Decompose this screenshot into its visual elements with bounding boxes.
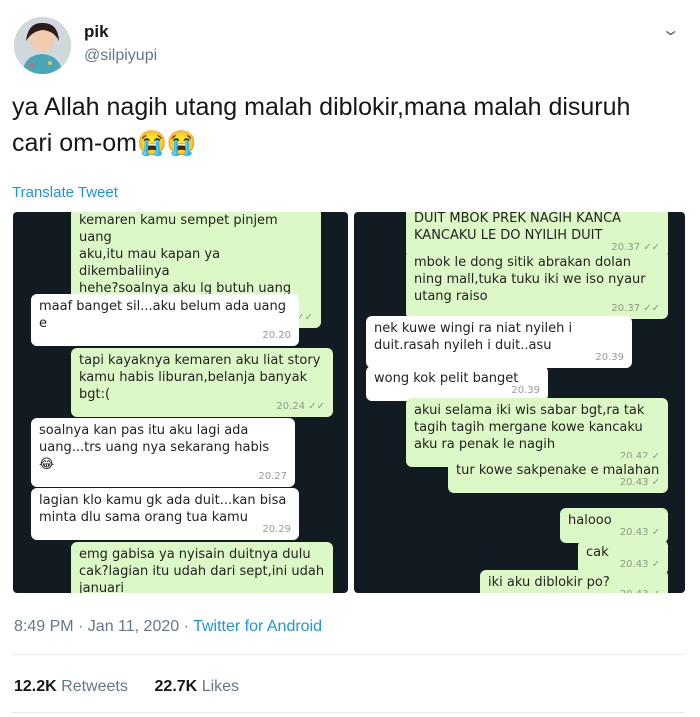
retweets-stat[interactable]: 12.2K Retweets (14, 678, 128, 695)
message-time: 20.27 (258, 471, 287, 482)
user-handle[interactable]: @silpiyupi (84, 47, 157, 65)
retweets-count: 12.2K (14, 678, 57, 695)
message-text: nek kuwe wingi ra niat nyileh i duit.ras… (374, 321, 573, 353)
meta-separator: · (179, 618, 194, 635)
chat-screenshot-left[interactable]: kemaren kamu sempet pinjem uang aku,itu … (13, 212, 348, 593)
tweet-timestamp[interactable]: 8:49 PM · Jan 11, 2020 (14, 618, 179, 635)
chat-screenshot-right[interactable]: DUIT MBOK PREK NAGIH KANCA KANCAKU LE DO… (354, 212, 685, 593)
tweet-meta: 8:49 PM · Jan 11, 2020 · Twitter for And… (14, 618, 322, 636)
message-time: 20.31 ✓✓ (276, 592, 325, 593)
message-time: 20.29 (262, 524, 291, 535)
crying-emoji-icon: 😭😭 (137, 130, 197, 157)
incoming-message: maaf banget sil...aku belum ada uang e 20… (31, 294, 299, 346)
outgoing-message: tapi kayaknya kemaren aku liat story kam… (71, 348, 333, 417)
tweet-text: ya Allah nagih utang malah diblokir,mana… (12, 89, 672, 162)
tweet-text-content: ya Allah nagih utang malah diblokir,mana… (12, 93, 631, 157)
outgoing-message: iki aku diblokir po?20.43 ✓ (480, 570, 668, 593)
message-text: akui selama iki wis sabar bgt,ra tak tag… (414, 403, 645, 452)
message-time: 20.43 ✓ (619, 477, 660, 488)
message-time: 20.37 ✓✓ (611, 303, 660, 314)
divider (12, 712, 685, 713)
incoming-message: soalnya kan pas itu aku lagi ada uang...… (31, 418, 295, 487)
chevron-down-icon[interactable]: ⌄ (661, 20, 681, 40)
message-time: 20.24 ✓✓ (276, 401, 325, 412)
message-text: emg gabisa ya nyisain duitnya dulu cak?l… (79, 547, 325, 593)
incoming-message: nek kuwe wingi ra niat nyileh i duit.ras… (366, 316, 632, 368)
likes-count: 22.7K (154, 678, 198, 695)
outgoing-message: halooo 20.43 ✓ (560, 508, 668, 543)
message-text: soalnya kan pas itu aku lagi ada uang...… (39, 423, 270, 472)
message-text: mbok le dong sitik abrakan dolan ning ma… (414, 255, 646, 304)
likes-stat[interactable]: 22.7K Likes (155, 678, 240, 695)
divider (12, 654, 685, 655)
avatar[interactable] (14, 17, 71, 74)
likes-label: Likes (201, 678, 240, 695)
outgoing-message: mbok le dong sitik abrakan dolan ning ma… (406, 250, 668, 319)
outgoing-message: emg gabisa ya nyisain duitnya dulu cak?l… (71, 542, 333, 593)
outgoing-message: akui selama iki wis sabar bgt,ra tak tag… (406, 398, 668, 467)
message-time: 20.43 ✓ (619, 527, 660, 538)
message-text: tapi kayaknya kemaren aku liat story kam… (79, 353, 321, 402)
message-time: 20.20 (262, 330, 291, 341)
retweets-label: Retweets (61, 678, 128, 695)
message-time: 20.39 (511, 385, 540, 396)
message-text: lagian klo kamu gk ada duit...kan bisa m… (39, 493, 287, 525)
incoming-message: lagian klo kamu gk ada duit...kan bisa m… (31, 488, 299, 540)
tweet-source-link[interactable]: Twitter for Android (193, 618, 322, 635)
translate-tweet-link[interactable]: Translate Tweet (12, 184, 118, 201)
message-time: 20.39 (595, 352, 624, 363)
tweet-stats: 12.2K Retweets 22.7K Likes (14, 678, 239, 696)
incoming-message: wong kok pelit banget 20.39 (366, 366, 548, 401)
message-text: maaf banget sil...aku belum ada uang e (39, 299, 287, 331)
message-time: 20.43 ✓ (620, 586, 660, 593)
outgoing-message: tur kowe sakpenake e malahan 20.43 ✓ (448, 458, 668, 493)
display-name[interactable]: pik (84, 22, 109, 42)
